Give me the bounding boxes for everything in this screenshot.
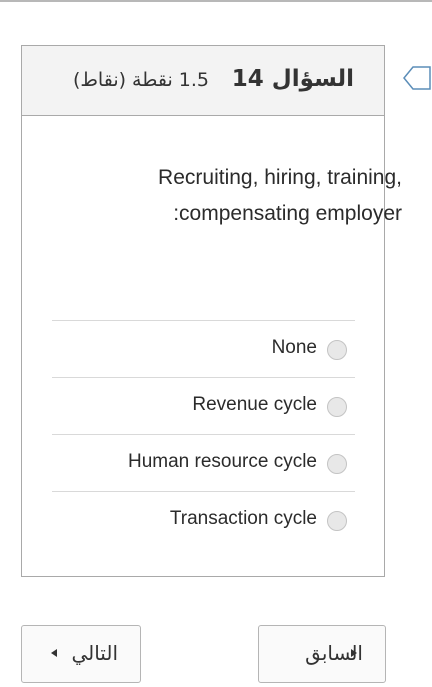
answer-option[interactable]: Human resource cycle <box>52 434 355 491</box>
next-button[interactable]: التالي <box>21 625 141 683</box>
answer-options: None Revenue cycle Human resource cycle … <box>52 320 355 548</box>
question-points: 1.5 نقطة (نقاط) <box>72 69 209 91</box>
answer-option[interactable]: None <box>52 320 355 377</box>
answer-option[interactable]: Transaction cycle <box>52 491 355 548</box>
answer-radio[interactable] <box>327 397 347 417</box>
top-divider <box>0 0 432 2</box>
answer-option-label[interactable]: Revenue cycle <box>192 394 317 416</box>
answer-radio[interactable] <box>327 511 347 531</box>
next-button-label: التالي <box>71 641 118 665</box>
question-header: السؤال 14 1.5 نقطة (نقاط) <box>22 46 384 116</box>
answer-option-label[interactable]: Transaction cycle <box>170 508 317 530</box>
answer-radio[interactable] <box>327 454 347 474</box>
answer-option[interactable]: Revenue cycle <box>52 377 355 434</box>
answer-radio[interactable] <box>327 340 347 360</box>
question-title: السؤال 14 <box>231 66 354 92</box>
answer-option-label[interactable]: None <box>272 337 317 359</box>
question-text-line: :compensating employer <box>173 202 402 225</box>
flag-icon[interactable] <box>402 65 432 91</box>
question-text-line: Recruiting, hiring, training, <box>158 166 402 189</box>
question-text: Recruiting, hiring, training, :compensat… <box>102 160 402 232</box>
triangle-right-icon <box>351 649 357 657</box>
previous-button[interactable]: السابق <box>258 625 386 683</box>
triangle-left-icon <box>51 649 57 657</box>
answer-option-label[interactable]: Human resource cycle <box>128 451 317 473</box>
